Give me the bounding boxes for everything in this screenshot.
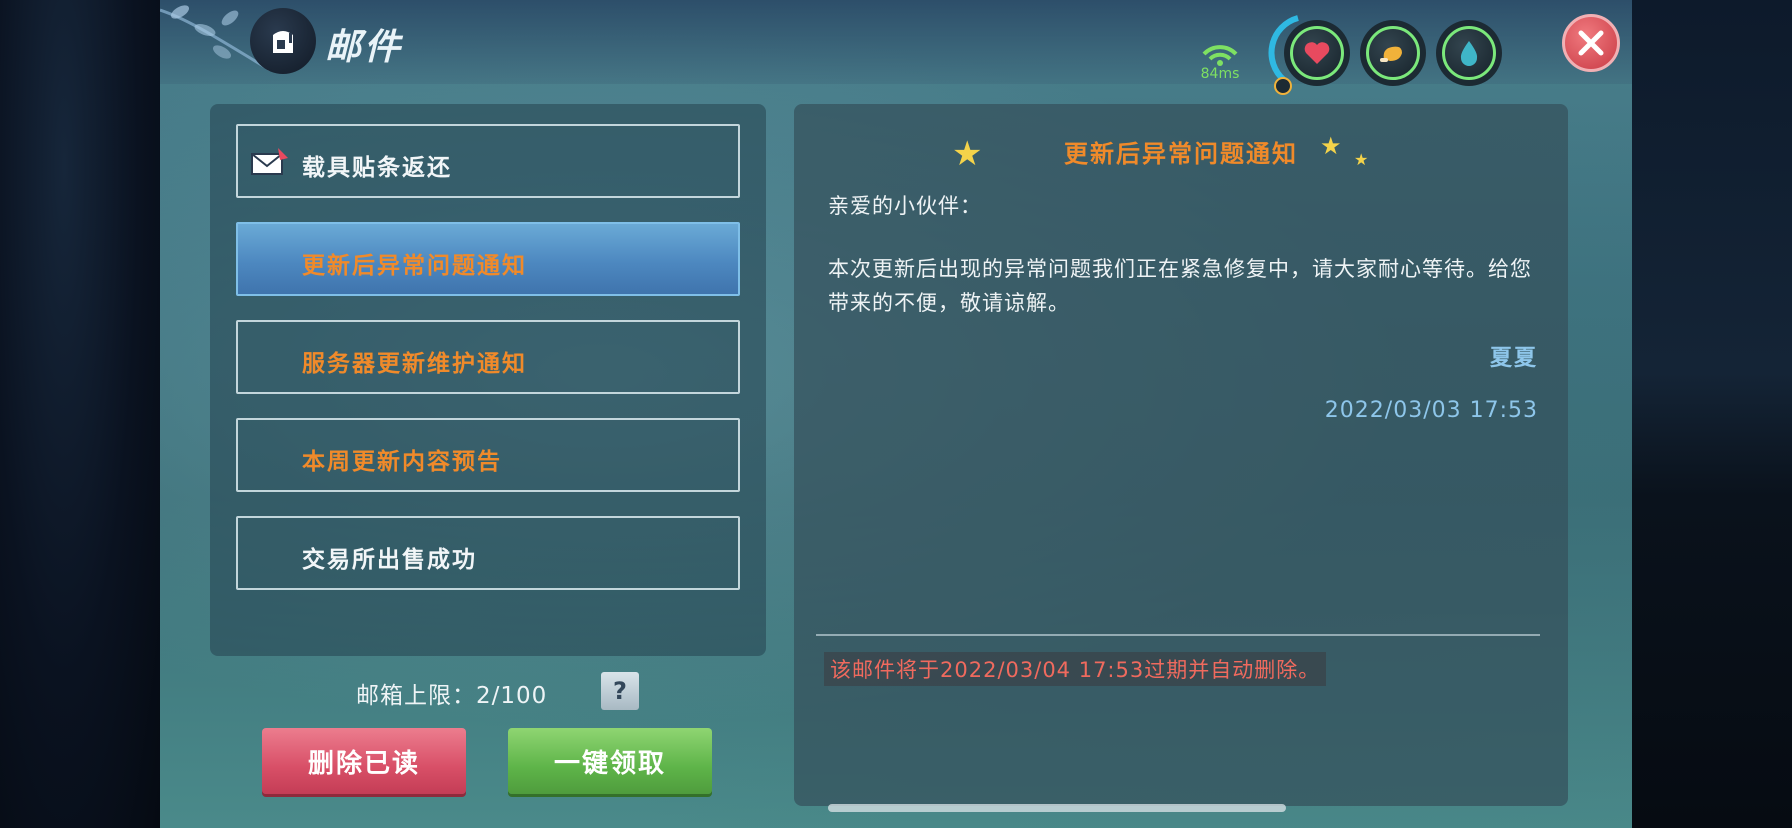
close-button[interactable] bbox=[1562, 14, 1620, 72]
mail-sender: 夏夏 bbox=[1489, 346, 1538, 371]
mail-date: 2022/03/03 17:53 bbox=[1324, 398, 1538, 423]
mail-item-label: 交易所出售成功 bbox=[302, 547, 477, 573]
mail-list-panel: 载具贴条返还 更新后异常问题通知 服务器更新维护通知 本周更新内容预告 交易所出… bbox=[210, 104, 766, 656]
mail-item-vehicle-ticket[interactable]: 载具贴条返还 bbox=[236, 124, 740, 198]
close-icon bbox=[1578, 30, 1604, 56]
mail-detail-title: 更新后异常问题通知 bbox=[1064, 140, 1298, 168]
mailbox-limit-text: 邮箱上限：2/100 bbox=[356, 683, 548, 709]
star-icon: ★ bbox=[1354, 150, 1369, 169]
mail-detail-panel: ★ 更新后异常问题通知 ★ ★ 亲爱的小伙伴： 本次更新后出现的异常问题我们正在… bbox=[794, 104, 1568, 806]
mailbox-icon bbox=[273, 31, 293, 53]
home-indicator[interactable] bbox=[828, 804, 1286, 812]
mail-app-icon bbox=[250, 8, 316, 74]
mail-window: 邮件 84ms 载具贴条返还 更新后异常问题通知 服务器更新维护通知 本周更新内… bbox=[160, 0, 1632, 828]
water-stat[interactable] bbox=[1436, 20, 1502, 86]
page-title: 邮件 bbox=[325, 27, 404, 68]
mail-item-label: 载具贴条返还 bbox=[302, 155, 452, 181]
wifi-signal-icon bbox=[1202, 45, 1238, 66]
claim-all-button[interactable]: 一键领取 bbox=[508, 728, 712, 794]
star-icon: ★ bbox=[1320, 132, 1342, 160]
mail-item-weekly-preview[interactable]: 本周更新内容预告 bbox=[236, 418, 740, 492]
mail-body: 本次更新后出现的异常问题我们正在紧急修复中，请大家耐心等待。给您带来的不便，敬请… bbox=[828, 257, 1532, 315]
mail-item-update-issue[interactable]: 更新后异常问题通知 bbox=[236, 222, 740, 296]
drumstick-icon bbox=[1380, 46, 1402, 62]
background-right bbox=[1632, 0, 1792, 828]
food-stat[interactable] bbox=[1360, 20, 1426, 86]
envelope-icon bbox=[251, 148, 288, 175]
mail-item-exchange-sold[interactable]: 交易所出售成功 bbox=[236, 516, 740, 590]
water-drop-icon bbox=[1460, 41, 1478, 66]
health-stat[interactable] bbox=[1284, 20, 1350, 86]
background-left bbox=[0, 0, 160, 828]
mail-item-label: 更新后异常问题通知 bbox=[302, 253, 527, 279]
ping-value: 84ms bbox=[1200, 66, 1240, 82]
mail-item-label: 本周更新内容预告 bbox=[302, 449, 502, 475]
expire-notice: 该邮件将于2022/03/04 17:53过期并自动删除。 bbox=[824, 652, 1327, 686]
mail-item-label: 服务器更新维护通知 bbox=[302, 351, 527, 377]
mail-greeting: 亲爱的小伙伴： bbox=[828, 194, 982, 218]
divider bbox=[816, 634, 1540, 636]
heart-icon bbox=[1304, 42, 1330, 64]
help-button[interactable]: ? bbox=[601, 672, 639, 710]
mail-item-server-maintenance[interactable]: 服务器更新维护通知 bbox=[236, 320, 740, 394]
delete-read-button[interactable]: 删除已读 bbox=[262, 728, 466, 794]
network-ping: 84ms bbox=[1190, 40, 1250, 84]
